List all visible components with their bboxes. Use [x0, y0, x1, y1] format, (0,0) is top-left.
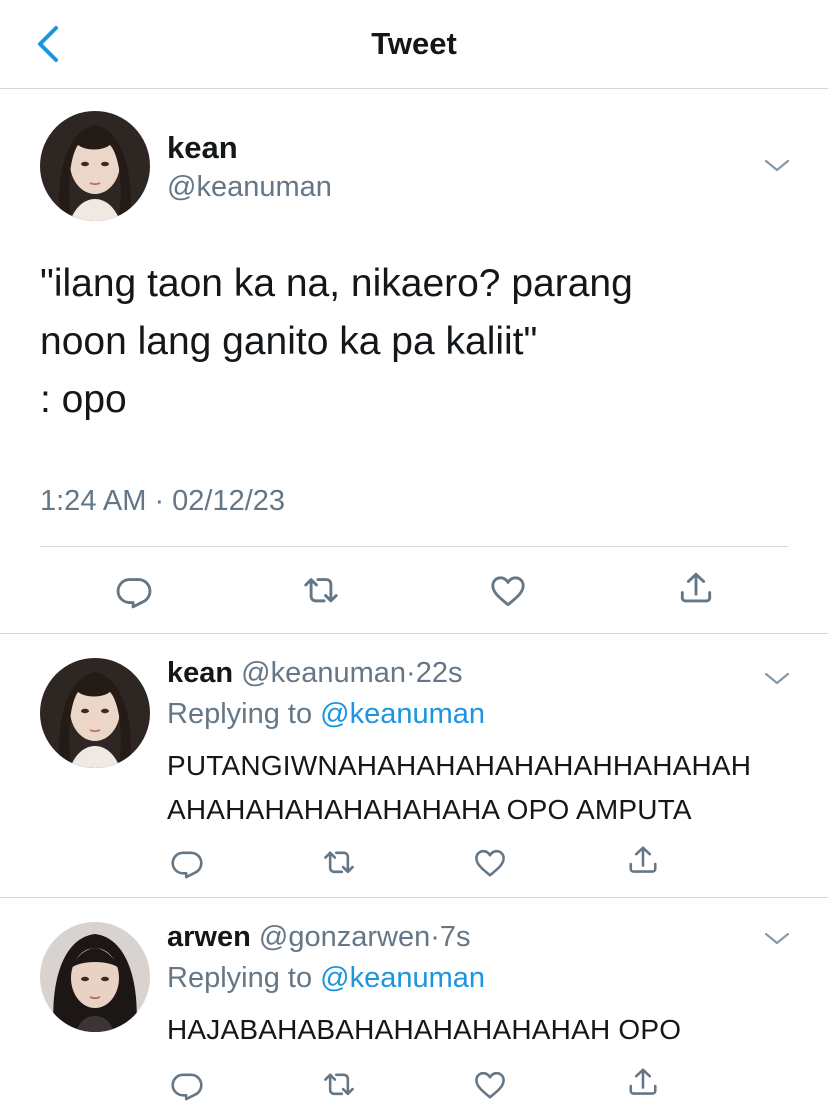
chevron-down-icon[interactable]	[762, 928, 792, 948]
replying-handle-link[interactable]: @keanuman	[320, 698, 485, 730]
main-tweet: kean @keanuman "ilang taon ka na, nikaer…	[0, 89, 828, 634]
chevron-down-icon[interactable]	[762, 155, 792, 175]
author-handle[interactable]: @keanuman	[167, 171, 332, 204]
reply-icon[interactable]	[170, 846, 204, 880]
retweet-icon[interactable]	[322, 1068, 356, 1102]
author-name[interactable]: kean	[167, 657, 233, 689]
share-icon[interactable]	[677, 569, 715, 607]
author-handle[interactable]: @keanuman	[241, 657, 406, 689]
replying-to: Replying to @keanuman	[167, 698, 485, 731]
reply-tweet[interactable]: kean @keanuman·22s Replying to @keanuman…	[0, 634, 828, 898]
avatar[interactable]	[40, 658, 150, 768]
replying-label: Replying to	[167, 698, 321, 730]
reply-header: arwen @gonzarwen·7s	[167, 921, 471, 954]
reply-icon[interactable]	[170, 1068, 204, 1102]
replying-label: Replying to	[167, 962, 321, 994]
share-icon[interactable]	[626, 1065, 660, 1099]
replying-handle-link[interactable]: @keanuman	[320, 962, 485, 994]
author-name[interactable]: kean	[167, 130, 238, 166]
separator-dot: ·	[430, 921, 440, 953]
reply-tweet[interactable]: arwen @gonzarwen·7s Replying to @keanuma…	[0, 898, 828, 1114]
author-name[interactable]: arwen	[167, 921, 251, 953]
reply-time[interactable]: 7s	[440, 921, 471, 953]
reply-time[interactable]: 22s	[416, 657, 463, 689]
like-icon[interactable]	[489, 572, 527, 610]
author-handle[interactable]: @gonzarwen	[259, 921, 430, 953]
separator-dot: ·	[406, 657, 416, 689]
share-icon[interactable]	[626, 843, 660, 877]
divider	[40, 546, 788, 547]
reply-header: kean @keanuman·22s	[167, 657, 462, 690]
top-bar: Tweet	[0, 0, 828, 89]
replying-to: Replying to @keanuman	[167, 962, 485, 995]
like-icon[interactable]	[473, 846, 507, 880]
tweet-timestamp[interactable]: 1:24 AM · 02/12/23	[40, 485, 285, 518]
tweet-text: "ilang taon ka na, nikaero? parang noon …	[40, 262, 633, 421]
avatar[interactable]	[40, 111, 150, 221]
reply-icon[interactable]	[115, 572, 153, 610]
page-title: Tweet	[371, 26, 457, 61]
retweet-icon[interactable]	[302, 572, 340, 610]
like-icon[interactable]	[473, 1068, 507, 1102]
avatar[interactable]	[40, 922, 150, 1032]
chevron-down-icon[interactable]	[762, 668, 792, 688]
reply-text: HAJABAHABAHAHAHAHAHAHAH OPO	[167, 1014, 682, 1045]
retweet-icon[interactable]	[322, 846, 356, 880]
reply-text: PUTANGIWNAHAHAHAHAHAHAHHAHAHAH AHAHAHAHA…	[167, 750, 752, 825]
